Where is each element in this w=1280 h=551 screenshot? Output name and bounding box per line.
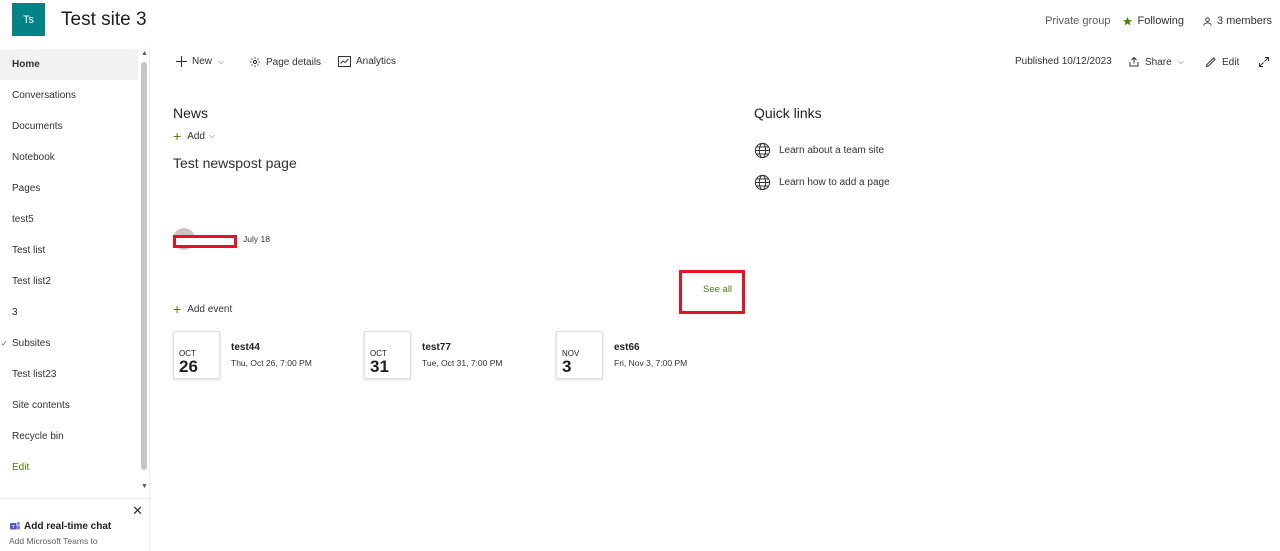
nav-item-test5[interactable]: test5 [0,204,138,235]
published-label: Published 10/12/2023 [1015,56,1112,67]
command-bar: New ⌵ Page details Analytics Published 1… [168,52,1280,74]
analytics-button[interactable]: Analytics [338,56,396,67]
members-button[interactable]: 3 members [1202,15,1272,27]
quick-link-label: Learn how to add a page [779,177,890,188]
news-add-button[interactable]: + Add ⌵ [173,128,215,144]
pencil-icon [1205,57,1216,68]
nav-item-site-contents[interactable]: Site contents [0,390,138,421]
teams-prompt-title[interactable]: T Add real-time chat [9,520,111,532]
svg-text:T: T [12,524,15,529]
event-time: Tue, Oct 31, 7:00 PM [422,358,503,368]
news-post-title[interactable]: Test newspost page [173,155,297,171]
star-icon [1122,16,1132,25]
person-icon [1203,16,1212,26]
site-header: Ts Test site 3 Private group Following 3… [0,0,1280,44]
event-date-tile: OCT 31 [364,331,411,379]
plus-icon: + [173,301,182,317]
scroll-thumb[interactable] [141,62,147,470]
event-time: Fri, Nov 3, 7:00 PM [614,358,688,368]
analytics-icon [338,56,351,67]
share-label: Share [1145,56,1172,68]
nav-scrollbar[interactable]: ▲ ▼ [140,50,148,494]
quick-links-heading: Quick links [754,105,822,121]
edit-page-label: Edit [1222,56,1240,68]
analytics-label: Analytics [356,56,397,67]
page-details-label: Page details [266,56,322,68]
event-day: 31 [370,357,389,376]
nav-item-home[interactable]: Home [0,49,138,80]
following-button[interactable]: Following [1122,15,1184,27]
new-button[interactable]: New ⌵ [176,56,224,67]
header-actions: Private group Following 3 members [1045,15,1272,27]
see-all-link[interactable]: See all [703,284,732,295]
teams-prompt-desc: Add Microsoft Teams to [9,536,98,546]
expand-button[interactable] [1258,56,1275,68]
event-title: test77 [422,342,451,353]
published-status: Published 10/12/2023 [1015,56,1112,67]
site-title[interactable]: Test site 3 [61,9,147,31]
teams-prompt-title-text: Add real-time chat [24,520,112,532]
expand-icon [1259,57,1269,67]
new-label: New [192,56,213,67]
teams-prompt: ✕ T Add real-time chat Add Microsoft Tea… [0,498,149,551]
nav-item-test-list23[interactable]: Test list23 [0,359,138,390]
nav-list: Home Conversations Documents Notebook Pa… [0,49,138,483]
following-label: Following [1137,15,1184,27]
chevron-down-icon: ⌵ [218,56,225,66]
event-card[interactable]: OCT 26 test44 Thu, Oct 26, 7:00 PM [173,331,353,379]
teams-icon: T [10,522,20,530]
privacy-label: Private group [1045,15,1111,27]
add-event-label: Add event [187,303,233,315]
nav-item-test-list[interactable]: Test list [0,235,138,266]
site-logo[interactable]: Ts [12,3,45,36]
event-card[interactable]: OCT 31 test77 Tue, Oct 31, 7:00 PM [364,331,544,379]
quick-link-item[interactable]: Learn how to add a page [754,174,890,191]
plus-icon [176,56,187,67]
close-icon[interactable]: ✕ [132,503,143,519]
members-label: 3 members [1216,15,1272,27]
nav-item-notebook[interactable]: Notebook [0,142,138,173]
globe-icon [754,142,771,159]
nav-edit-link[interactable]: Edit [0,452,138,483]
event-title: test44 [231,342,260,353]
share-icon [1129,56,1139,67]
quick-link-item[interactable]: Learn about a team site [754,142,884,159]
nav-item-test-list2[interactable]: Test list2 [0,266,138,297]
news-post-date: July 18 [243,234,270,244]
share-button[interactable]: Share ⌵ [1128,56,1184,68]
left-navigation: Home Conversations Documents Notebook Pa… [0,47,150,551]
page-details-button[interactable]: Page details [249,56,321,68]
chevron-down-icon[interactable]: ✓ [1,339,8,348]
event-time: Thu, Oct 26, 7:00 PM [231,358,312,368]
nav-item-recycle-bin[interactable]: Recycle bin [0,421,138,452]
chevron-down-icon: ⌵ [208,131,216,140]
globe-icon [754,174,771,191]
scroll-up-icon[interactable]: ▲ [141,50,148,57]
event-date-tile: NOV 3 [556,331,603,379]
add-event-button[interactable]: + Add event [173,301,232,317]
nav-item-subsites[interactable]: ✓ Subsites [0,328,138,359]
nav-item-pages[interactable]: Pages [0,173,138,204]
event-card[interactable]: NOV 3 est66 Fri, Nov 3, 7:00 PM [556,331,736,379]
gear-icon [250,57,260,67]
quick-link-label: Learn about a team site [779,145,885,156]
redaction-box [173,235,237,248]
chevron-down-icon: ⌵ [1177,57,1184,66]
event-title: est66 [614,342,640,353]
nav-item-documents[interactable]: Documents [0,111,138,142]
nav-item-subsites-label: Subsites [12,338,51,349]
plus-icon: + [173,128,182,144]
event-day: 3 [562,357,572,376]
event-date-tile: OCT 26 [173,331,220,379]
nav-item-3[interactable]: 3 [0,297,138,328]
nav-item-conversations[interactable]: Conversations [0,80,138,111]
news-add-label: Add [187,130,205,142]
event-day: 26 [179,357,198,376]
edit-page-button[interactable]: Edit [1205,56,1239,68]
news-heading: News [173,105,209,121]
scroll-down-icon[interactable]: ▼ [141,483,148,490]
